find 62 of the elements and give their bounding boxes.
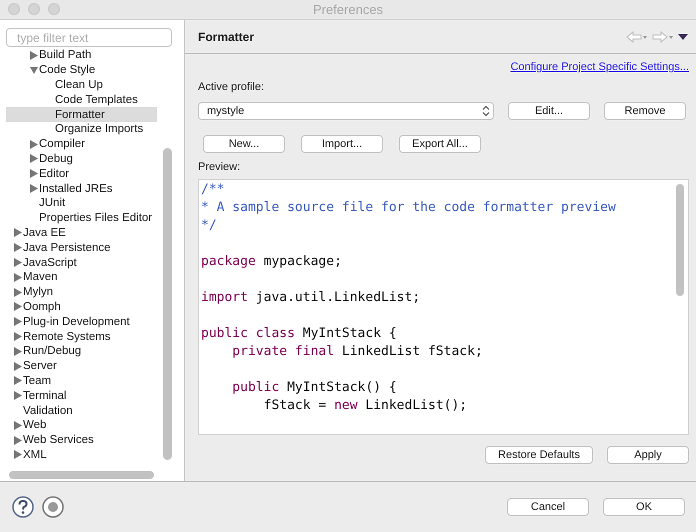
- tree-item[interactable]: Plug-in Development: [6, 314, 157, 330]
- window-title: Preferences: [312, 2, 384, 17]
- profile-dropdown[interactable]: mystyle: [198, 102, 494, 120]
- page-button[interactable]: Restore Defaults: [485, 446, 593, 464]
- profile-action-button[interactable]: Import...: [301, 135, 383, 153]
- tree-item[interactable]: Formatter: [6, 107, 157, 122]
- code-line: public MyIntStack() {: [231, 380, 397, 395]
- tree-item[interactable]: Remote Systems: [6, 329, 157, 344]
- tree-item[interactable]: JUnit: [6, 196, 157, 211]
- dialog-button[interactable]: Cancel: [507, 498, 589, 516]
- tree-item[interactable]: Terminal: [6, 388, 157, 404]
- page-button[interactable]: Apply: [607, 446, 689, 464]
- tree-item[interactable]: Web Services: [6, 432, 157, 448]
- code-line: */: [201, 218, 217, 233]
- code-line: import java.util.LinkedList;: [201, 290, 420, 305]
- page-title: Formatter: [198, 30, 254, 44]
- scrollbar[interactable]: [9, 471, 154, 479]
- tree-item[interactable]: JavaScript: [6, 255, 157, 270]
- expanded-triangle-icon[interactable]: [30, 66, 38, 75]
- preview-label: Preview:: [198, 161, 242, 173]
- tree-item[interactable]: Maven: [6, 270, 157, 285]
- tree-item[interactable]: Team: [6, 374, 157, 388]
- scrollbar[interactable]: [163, 148, 172, 460]
- record-icon[interactable]: [42, 496, 64, 518]
- scrollbar[interactable]: [676, 184, 684, 296]
- tree-item[interactable]: Server: [6, 358, 157, 374]
- menu-icon[interactable]: [678, 32, 688, 40]
- tree-item[interactable]: Web: [6, 418, 157, 433]
- tree-item[interactable]: Code Templates: [6, 92, 157, 108]
- tree-item[interactable]: Java EE: [6, 226, 157, 240]
- updown-chevron-icon: [482, 105, 490, 117]
- code-line: private final LinkedList fStack;: [231, 344, 483, 359]
- profile-button[interactable]: Remove: [604, 102, 686, 120]
- profile-button[interactable]: Edit...: [508, 102, 590, 120]
- tree-item[interactable]: Oomph: [6, 300, 157, 314]
- tree-item[interactable]: Java Persistence: [6, 240, 157, 256]
- tree-item[interactable]: Clean Up: [6, 78, 157, 92]
- code-line: fStack = new LinkedList();: [262, 398, 468, 413]
- code-line: package mypackage;: [201, 254, 342, 269]
- dialog-button[interactable]: OK: [603, 498, 685, 516]
- tree-item[interactable]: Code Style: [6, 62, 157, 78]
- code-line: * A sample source file for the code formatter preview: [201, 200, 616, 215]
- tree-item[interactable]: Validation: [6, 403, 157, 418]
- tree-item[interactable]: Debug: [6, 152, 157, 166]
- collapsed-triangle-icon[interactable]: [30, 50, 38, 60]
- code-line: /**: [201, 182, 224, 197]
- profile-action-button[interactable]: New...: [203, 135, 285, 153]
- code-line: public class MyIntStack {: [201, 326, 397, 341]
- help-icon[interactable]: [12, 496, 34, 518]
- tree-item[interactable]: Run/Debug: [6, 344, 157, 359]
- tree-item[interactable]: Organize Imports: [6, 122, 157, 137]
- filter-field[interactable]: type filter text: [6, 28, 172, 47]
- tree-item[interactable]: XML: [6, 448, 157, 462]
- tree-item[interactable]: Editor: [6, 166, 157, 182]
- tree-item[interactable]: Mylyn: [6, 284, 157, 300]
- tree-item[interactable]: Build Path: [6, 48, 157, 63]
- active-profile-label: Active profile:: [198, 81, 266, 93]
- tree-item[interactable]: Installed JREs: [6, 181, 157, 196]
- tree-item[interactable]: Compiler: [6, 136, 157, 152]
- tree-item[interactable]: Properties Files Editor: [6, 210, 157, 226]
- profile-action-button[interactable]: Export All...: [399, 135, 481, 153]
- configure-link[interactable]: Configure Project Specific Settings...: [510, 61, 689, 73]
